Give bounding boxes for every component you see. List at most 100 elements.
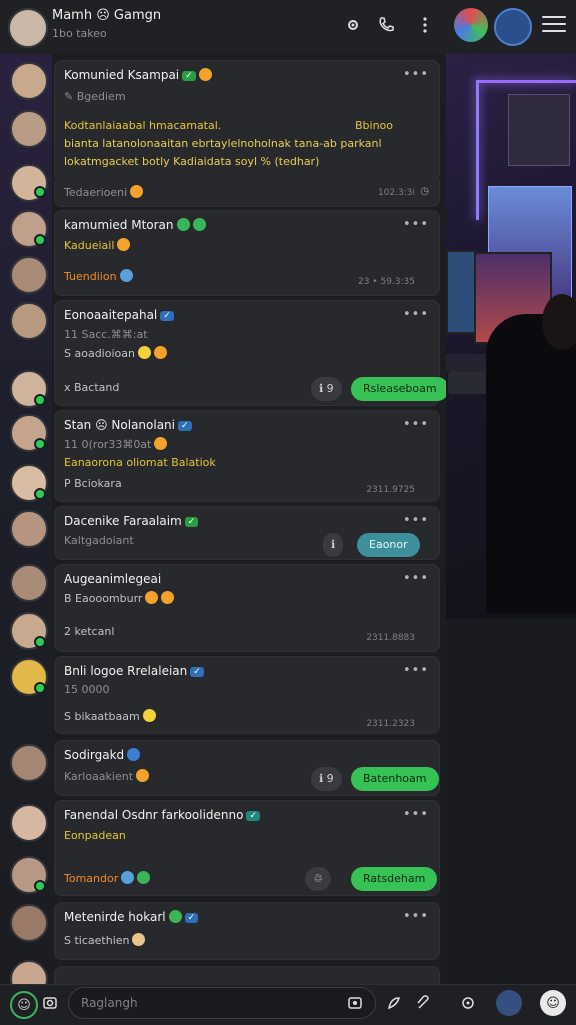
emoji-icon (137, 871, 151, 884)
sender-name: Sodirgakd (64, 748, 125, 762)
more-options-icon[interactable]: ••• (403, 67, 429, 82)
message-card[interactable]: Dacenike Faraalaim ✓ Kaltgadoiant ℹ Eaono… (54, 506, 440, 560)
message-card[interactable]: Bnli logoe Rrelaleian ✓ 15 0000 S bikaatb… (54, 656, 440, 734)
emoji-icon (121, 871, 135, 884)
message-text: S ticaethien (64, 933, 146, 947)
chat-header: Mamh ☹ Gamgn 1bo takeo (0, 0, 446, 55)
message-footer-text: Tomandor (64, 871, 151, 885)
message-meta: 15 0000 (64, 683, 110, 696)
rail-avatar[interactable] (10, 904, 48, 942)
image-attach-icon[interactable] (343, 991, 367, 1015)
footer-text: Tedaerioeni (64, 185, 144, 199)
message-text: S bikaatbaam (64, 709, 156, 723)
emoji-icon (142, 709, 156, 722)
sender-name: Komunied Ksampai (64, 68, 180, 82)
message-card[interactable]: Eonoaaitepahal ✓ 11 Sacc.⌘⌘:at S aoadioio… (54, 300, 449, 406)
shared-image-gaming-setup[interactable] (446, 54, 576, 619)
message-footer-text: x Bactand (64, 381, 120, 394)
gamer-head (542, 294, 576, 350)
message-card[interactable]: Augeanimlegeai B Eaooomburr 2 ketcanl 23… (54, 564, 440, 652)
attach-icon[interactable] (412, 991, 436, 1015)
message-card[interactable]: kamumied Mtoran Kadueiail Tuendiion 23 •… (54, 210, 440, 296)
rail-avatar[interactable] (10, 564, 48, 602)
message-text: Eanaorona oliomat Balatiok (64, 456, 216, 469)
hamburger-menu-icon[interactable] (542, 16, 566, 34)
online-status-dot (34, 234, 46, 246)
role-badge: ✓ (246, 811, 261, 821)
contact-avatar-colorful[interactable] (454, 8, 488, 42)
message-card[interactable]: Sodirgakd Karloaakient ℹ 9 Batenhoam (54, 740, 440, 796)
message-text: Bbinoo (355, 119, 394, 132)
sticker-icon[interactable] (382, 991, 406, 1015)
wall-poster (508, 94, 570, 166)
message-meta: Karloaakient (64, 769, 150, 783)
online-status-dot (34, 682, 46, 694)
message-footer-text: Tuendiion (64, 269, 133, 283)
message-card-partial[interactable] (54, 966, 440, 985)
composer-bar: ☺ Raglangh ☺ (0, 984, 576, 1025)
user-avatar-icon[interactable]: ☺ (10, 991, 38, 1019)
emoji-icon (192, 218, 206, 231)
emoji-icon (161, 591, 175, 604)
message-text: S aoadioioan (64, 346, 167, 360)
timestamp: 102.3:3i (377, 188, 415, 198)
online-status-dot (34, 186, 46, 198)
emoji-icon (168, 910, 182, 923)
reaction-button[interactable]: Batenhoam (351, 767, 439, 791)
more-options-icon[interactable] (412, 12, 438, 38)
contact-avatar[interactable] (494, 8, 532, 46)
online-status-dot (34, 394, 46, 406)
message-card[interactable]: Fanendal Osdnr farkoolidenno ✓ Eonpadean … (54, 800, 440, 896)
online-status-dot (34, 880, 46, 892)
settings-icon[interactable] (340, 12, 366, 38)
rail-avatar[interactable] (10, 510, 48, 548)
more-options-icon[interactable]: ••• (403, 909, 429, 924)
emoji-icon (176, 218, 190, 231)
online-status-dot (34, 488, 46, 500)
message-card[interactable]: Metenirde hokarl ✓ S ticaethien ••• (54, 902, 440, 960)
message-card[interactable]: Stan ☹ Nolanolani ✓ 11 0(ror33⌘0at Eanaor… (54, 410, 440, 502)
message-meta: Eonpadean (64, 829, 126, 842)
rail-avatar[interactable] (10, 62, 48, 100)
emoji-icon (119, 269, 133, 282)
reply-count-chip[interactable]: ♲ (305, 867, 331, 891)
more-options-icon[interactable]: ••• (403, 217, 429, 232)
role-badge: ✓ (184, 517, 199, 527)
message-input[interactable]: Raglangh (68, 987, 376, 1019)
more-options-icon[interactable]: ••• (403, 417, 429, 432)
role-badge: ✓ (160, 311, 174, 321)
more-options-icon[interactable]: ••• (403, 807, 429, 822)
refresh-icon[interactable] (456, 991, 480, 1015)
emoji-picker-icon[interactable]: ☺ (540, 990, 566, 1016)
reply-count-chip[interactable]: ℹ 9 (311, 767, 342, 791)
role-badge: ✓ (182, 71, 196, 81)
reaction-button[interactable]: Rsleaseboam (351, 377, 449, 401)
more-options-icon[interactable]: ••• (403, 307, 429, 322)
app-root: Mamh ☹ Gamgn 1bo takeo Komunied Ksampai … (0, 0, 576, 1025)
sender-name: Metenirde hokarl (64, 910, 166, 924)
phone-call-icon[interactable] (373, 12, 399, 38)
reply-count-chip[interactable]: ℹ 9 (311, 377, 342, 401)
message-footer: Tedaerioeni 102.3:3i ◷ (54, 180, 440, 207)
message-input-placeholder: Raglangh (81, 996, 138, 1010)
more-options-icon[interactable]: ••• (403, 513, 429, 528)
camera-icon[interactable] (38, 991, 62, 1015)
gamer-figure (486, 314, 576, 614)
rail-avatar[interactable] (10, 256, 48, 294)
role-badge: ✓ (184, 913, 199, 923)
rail-avatar[interactable] (10, 744, 48, 782)
profile-avatar[interactable] (496, 990, 522, 1016)
rail-avatar[interactable] (10, 110, 48, 148)
more-options-icon[interactable]: ••• (403, 663, 429, 678)
sender-name: Bnli logoe Rrelaleian (64, 664, 188, 678)
group-avatar[interactable] (8, 8, 48, 48)
more-options-icon[interactable]: ••• (403, 571, 429, 586)
rail-avatar[interactable] (10, 804, 48, 842)
chat-title[interactable]: Mamh ☹ Gamgn (52, 8, 161, 23)
rail-avatar[interactable] (10, 302, 48, 340)
reaction-button[interactable]: Eaonor (357, 533, 420, 557)
message-card[interactable]: Komunied Ksampai ✓ ✎ Bgediem Kodtanlaiaab… (54, 60, 440, 182)
emoji-icon (136, 769, 150, 782)
reply-count-chip[interactable]: ℹ (323, 533, 344, 557)
reaction-button[interactable]: Ratsdeham (351, 867, 438, 891)
